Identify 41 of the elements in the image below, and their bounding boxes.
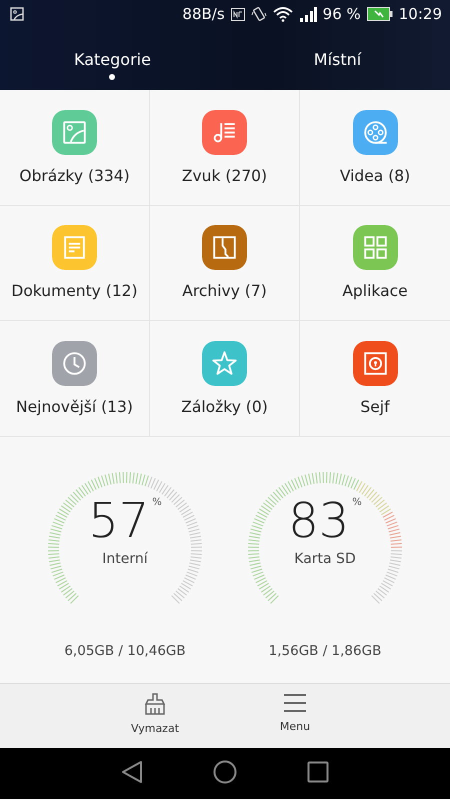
category-item[interactable]: Sejf (300, 321, 450, 437)
percent-sign: % (152, 497, 162, 508)
clean-button[interactable]: Vymazat (115, 684, 195, 748)
usage-percent: 83 (288, 497, 350, 545)
category-label: Videa (8) (340, 166, 410, 185)
category-item[interactable]: Archivy (7) (150, 206, 300, 322)
category-label: Záložky (0) (181, 398, 268, 416)
category-label: Obrázky (334) (19, 166, 130, 185)
category-item[interactable]: Nejnovější (13) (0, 321, 150, 437)
nfc-icon (230, 8, 245, 20)
category-label: Archivy (7) (182, 282, 267, 300)
menu-icon (283, 692, 307, 714)
category-label: Zvuk (270) (182, 166, 268, 185)
battery-icon (366, 7, 393, 21)
category-item[interactable]: Aplikace (300, 206, 450, 322)
category-label: Dokumenty (12) (11, 282, 138, 300)
menu-button[interactable]: Menu (255, 684, 335, 748)
battery-percent: 96 % (322, 5, 361, 23)
category-item[interactable]: Zvuk (270) (150, 90, 300, 206)
category-label: Nejnovější (13) (16, 398, 133, 416)
storage-usage: 1,56GB / 1,86GB (268, 643, 382, 659)
signal-icon (298, 6, 317, 22)
percent-sign: % (352, 497, 362, 508)
storage-usage: 6,05GB / 10,46GB (64, 643, 186, 659)
brush-icon (144, 692, 166, 716)
category-item[interactable]: Záložky (0) (150, 321, 300, 437)
image-icon (10, 7, 24, 21)
category-label: Aplikace (342, 282, 408, 300)
tab[interactable]: Kategorie (70, 48, 155, 84)
vibrate-icon (250, 6, 267, 22)
usage-percent: 57 (88, 497, 150, 545)
storage-name: Interní (102, 551, 148, 567)
category-item[interactable]: Dokumenty (12) (0, 206, 150, 322)
storage-name: Karta SD (294, 551, 356, 567)
category-item[interactable]: Videa (8) (300, 90, 450, 206)
clock-time: 10:29 (398, 5, 442, 23)
tab[interactable]: Místní (310, 48, 366, 84)
wifi-icon (272, 6, 293, 22)
category-item[interactable]: Obrázky (334) (0, 90, 150, 206)
category-label: Sejf (360, 398, 390, 416)
network-speed: 88B/s (182, 5, 225, 23)
